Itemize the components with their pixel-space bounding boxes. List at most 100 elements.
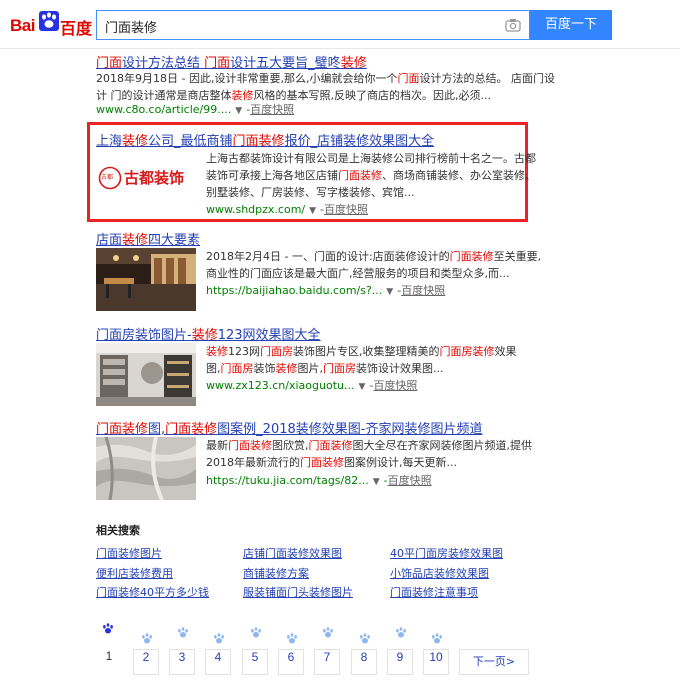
highlight-keyword: 门面装修 [165, 422, 218, 437]
dropdown-arrow-icon[interactable]: ▼ [309, 206, 316, 216]
result-url[interactable]: https://baijiahao.baidu.com/s?... [206, 284, 382, 297]
result-snippet: 上海古都装饰设计有限公司是上海装修公司排行榜前十名之一。古都 装饰可承接上海各地区… [206, 150, 536, 201]
related-search-link[interactable]: 商铺装修方案 [243, 565, 309, 581]
highlight-keyword: 门面装修 [228, 439, 272, 452]
text-run: 装饰可承接上海各地区店铺 [206, 169, 338, 182]
logo-latin: Bai [10, 16, 35, 35]
related-search-link[interactable]: 服装铺面门头装修图片 [243, 584, 353, 600]
highlight-keyword: 装修 [275, 362, 298, 375]
highlight-keyword: 装修 [122, 134, 149, 149]
seal-text: 古都 [101, 174, 114, 181]
result-url-line: https://baijiahao.baidu.com/s?... ▼ -百度快照 [206, 284, 446, 297]
search-input[interactable] [103, 15, 497, 37]
page-link[interactable]: 5 [242, 649, 268, 675]
dropdown-arrow-icon[interactable]: ▼ [235, 106, 242, 116]
result-thumbnail[interactable] [96, 343, 196, 406]
text-run: 门面房装饰图片- [96, 328, 192, 343]
paw-icon [323, 627, 333, 638]
text-run: 2018年9月18日 - 因此,设计非常重要,那么,小编就会给你一个 [96, 72, 398, 85]
logo-chinese: 百度 [60, 19, 93, 38]
page-link[interactable]: 10 [423, 649, 449, 675]
current-page: 1 [105, 649, 113, 663]
snippet-line: 装饰可承接上海各地区店铺门面装修、商场商铺装修、办公室装修、 [206, 167, 536, 184]
paw-logo-icon [39, 11, 59, 31]
dropdown-arrow-icon[interactable]: ▼ [373, 477, 380, 487]
snippet-line: 商业性的门面应该是最大面广,经营服务的项目和类型众多,而... [206, 265, 526, 282]
camera-icon[interactable] [505, 18, 521, 32]
result-thumbnail[interactable] [96, 437, 196, 500]
paw-icon [432, 633, 442, 644]
dropdown-arrow-icon[interactable]: ▼ [358, 382, 365, 392]
page-link[interactable]: 6 [278, 649, 304, 675]
text-run: 效果 [494, 345, 517, 358]
snippet-line: 2018年9月18日 - 因此,设计非常重要,那么,小编就会给你一个门面设计方法… [96, 70, 555, 87]
restaurant-interior-image [96, 248, 196, 311]
paw-icon [251, 627, 261, 638]
highlight-keyword: 装修 [340, 56, 367, 71]
paw-icon [178, 627, 188, 638]
result-url[interactable]: www.shdpzx.com/ [206, 203, 305, 216]
result-url[interactable]: www.zx123.cn/xiaoguotu... [206, 379, 354, 392]
highlight-keyword: 门面房 [323, 362, 356, 375]
cache-link[interactable]: 百度快照 [401, 284, 445, 297]
page-link[interactable]: 3 [169, 649, 195, 675]
snippet-line: 装修123网门面房装饰图片专区,收集整理精美的门面房装修效果 [206, 343, 526, 360]
text-run: 商业性的门面应该是最大面广,经营服务的项目和类型众多,而... [206, 267, 510, 280]
result-url-line: www.shdpzx.com/▼ -百度快照 [206, 203, 369, 216]
cache-link[interactable]: 百度快照 [388, 474, 432, 487]
paw-icon [103, 623, 113, 634]
search-button[interactable]: 百度一下 [530, 10, 612, 40]
highlight-keyword: 门面装修 [449, 250, 494, 263]
text-run: 四大要素 [148, 233, 201, 248]
text-run: 123网 [228, 345, 260, 358]
highlight-keyword: 门面 [204, 56, 231, 71]
dropdown-arrow-icon[interactable]: ▼ [386, 287, 393, 297]
related-search-link[interactable]: 便利店装修费用 [96, 565, 173, 581]
highlight-keyword: 装修 [206, 345, 228, 358]
cache-link[interactable]: 百度快照 [324, 203, 368, 216]
company-logo[interactable]: 古都 古都装饰 [96, 160, 196, 200]
highlight-keyword: 门面装修 [338, 169, 382, 182]
related-search-link[interactable]: 门面装修40平方多少钱 [96, 584, 209, 600]
cache-link[interactable]: 百度快照 [373, 379, 417, 392]
cache-link[interactable]: 百度快照 [250, 103, 294, 116]
next-page-button[interactable]: 下一页> [459, 649, 529, 675]
result-url-line: www.c8o.co/article/99.... ▼ -百度快照 [96, 103, 295, 116]
page-link[interactable]: 7 [314, 649, 340, 675]
result-thumbnail[interactable] [96, 248, 196, 311]
text-run: 设计方法的总结。 店面门设 [419, 72, 555, 85]
text-run: 图大全尽在齐家网装修图片频道,提供 [352, 439, 533, 452]
page-link[interactable]: 9 [387, 649, 413, 675]
highlight-keyword: 装修 [191, 328, 218, 343]
baidu-logo[interactable]: Bai 百度 [10, 6, 96, 40]
paw-icon [142, 633, 152, 644]
text-run: 2018年最新流行的 [206, 456, 300, 469]
result-url-line: https://tuku.jia.com/tags/82... ▼ -百度快照 [206, 474, 432, 487]
text-run: 图片, [297, 362, 324, 375]
related-search-link[interactable]: 门面装修图片 [96, 545, 162, 561]
result-url[interactable]: www.c8o.co/article/99.... [96, 103, 231, 116]
result-url[interactable]: https://tuku.jia.com/tags/82... [206, 474, 369, 487]
result-snippet: 2018年9月18日 - 因此,设计非常重要,那么,小编就会给你一个门面设计方法… [96, 70, 555, 104]
result-title[interactable]: 门面房装饰图片-装修123网效果图大全 [96, 324, 321, 343]
result-title[interactable]: 门面装修图,门面装修图案例_2018装修效果图-齐家网装修图片频道 [96, 418, 482, 437]
textured-wall-image [96, 437, 196, 500]
related-search-link[interactable]: 店铺门面装修效果图 [243, 545, 342, 561]
text-run: 图, [148, 422, 166, 437]
result-snippet: 2018年2月4日 - 一、门面的设计:店面装修设计的门面装修至关重要, 商业性的… [206, 248, 541, 282]
search-box[interactable] [96, 10, 530, 40]
result-title[interactable]: 门面设计方法总结 门面设计五大要旨_璧咚装修 [96, 52, 367, 71]
company-logo-text: 古都装饰 [124, 169, 185, 187]
snippet-line: 2018年最新流行的门面装修图案例设计,每天更新... [206, 454, 526, 471]
highlight-keyword: 门面 [397, 72, 420, 85]
text-run: 图欣赏, [272, 439, 309, 452]
text-run: 上海古都装饰设计有限公司是上海装修公司排行榜前十名之一。古都 [206, 152, 536, 165]
related-search-link[interactable]: 小饰品店装修效果图 [390, 565, 489, 581]
page-link[interactable]: 4 [205, 649, 231, 675]
result-title[interactable]: 店面装修四大要素 [96, 229, 200, 248]
related-search-link[interactable]: 40平门面房装修效果图 [390, 545, 503, 561]
related-search-link[interactable]: 门面装修注意事项 [390, 584, 478, 600]
page-link[interactable]: 8 [351, 649, 377, 675]
result-title[interactable]: 上海装修公司_最低商铺门面装修报价_店铺装修效果图大全 [96, 130, 434, 149]
page-link[interactable]: 2 [133, 649, 159, 675]
